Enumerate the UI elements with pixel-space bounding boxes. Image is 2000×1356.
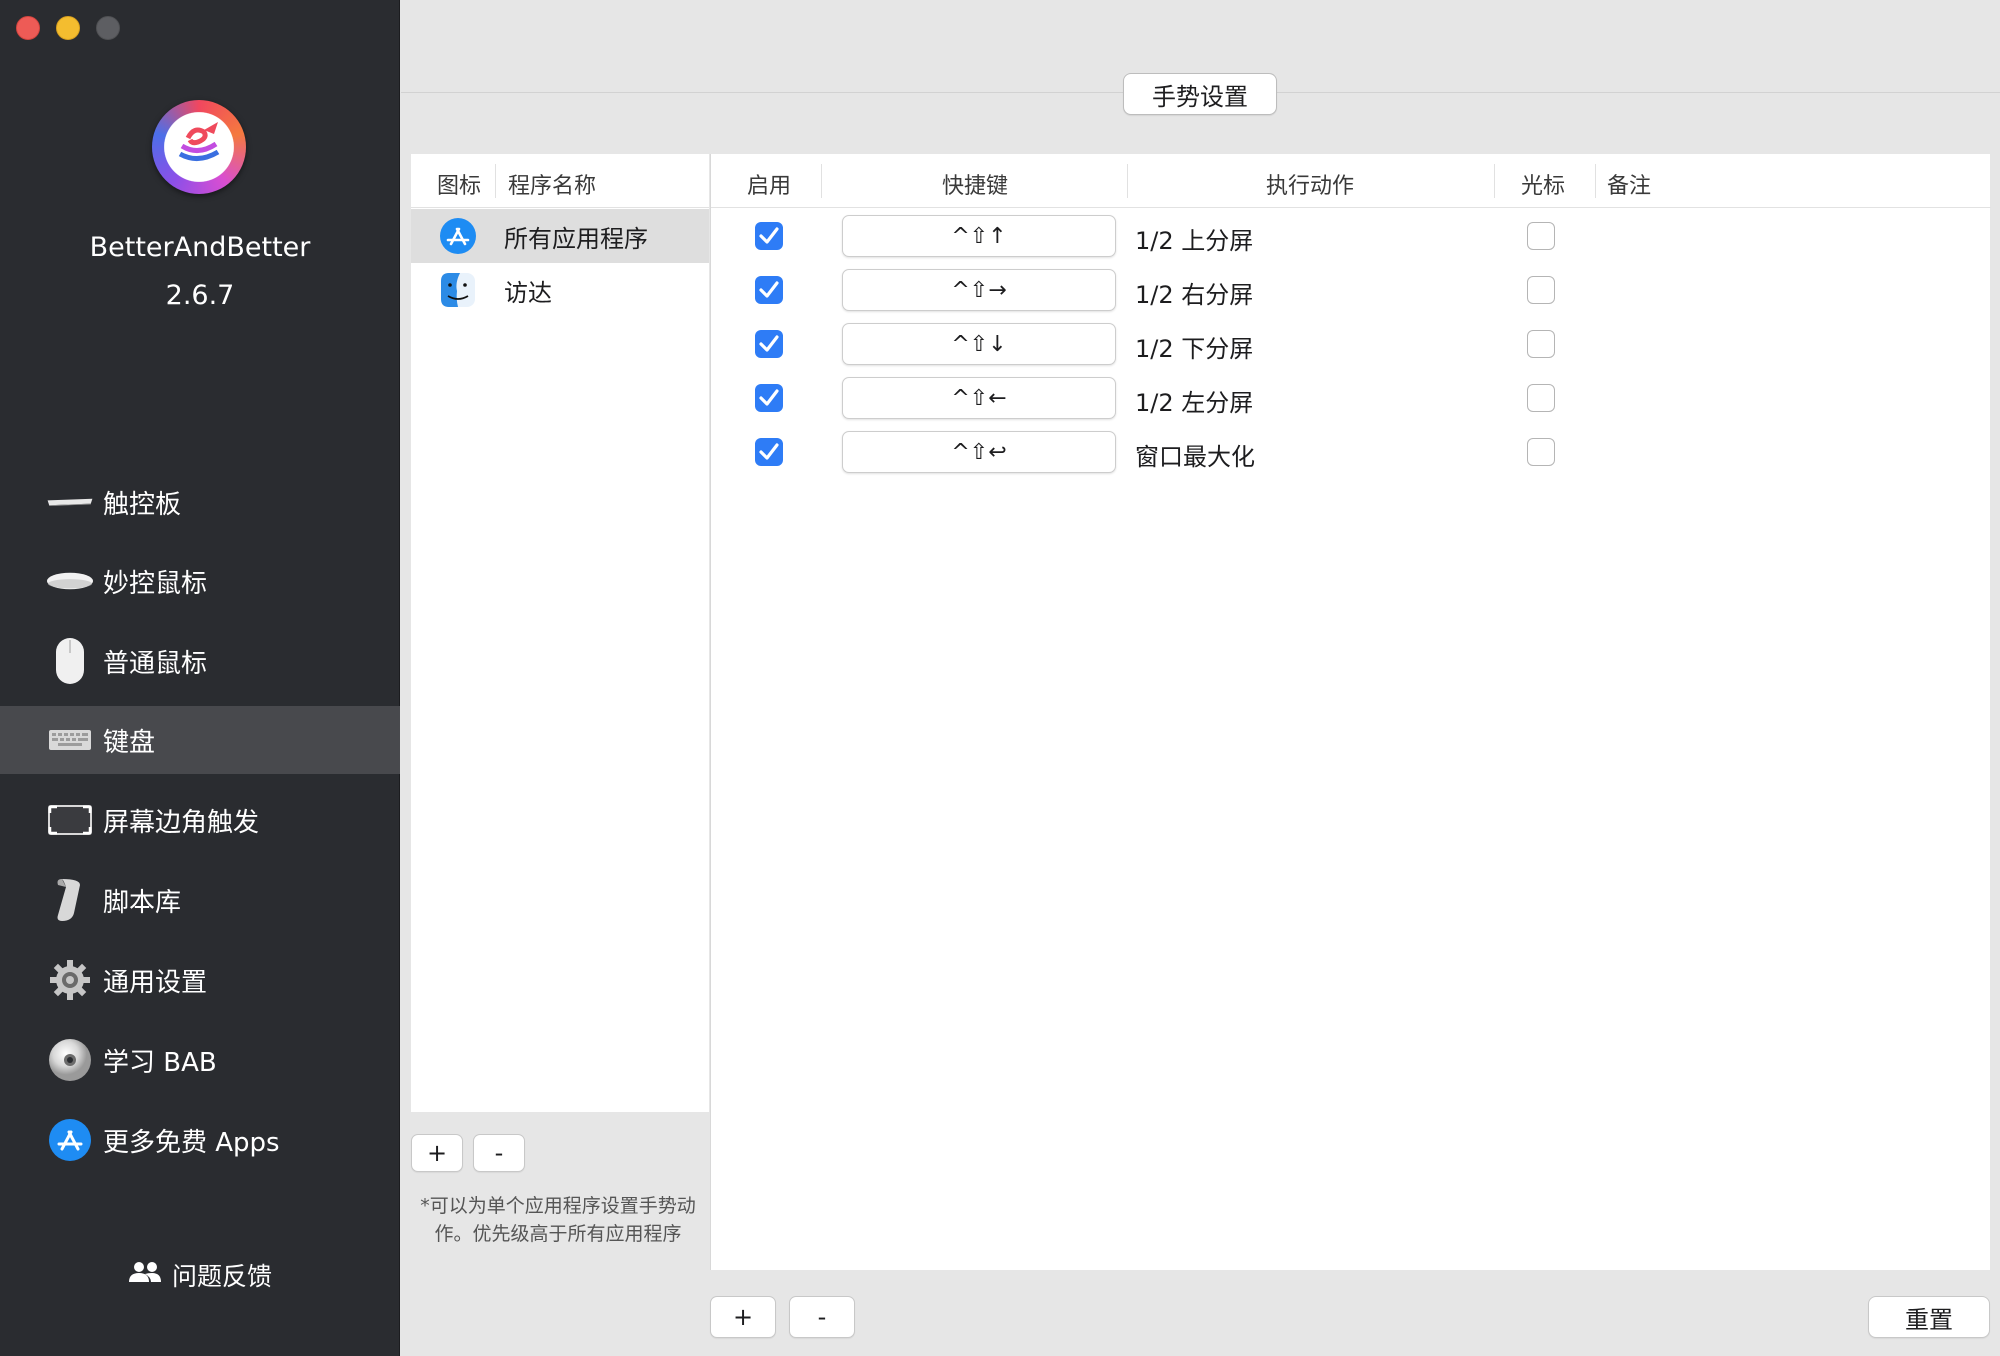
- table-row: ^⇧↩ 窗口最大化: [711, 425, 1991, 479]
- action-label: 1/2 上分屏: [1135, 227, 1254, 255]
- app-name: BetterAndBetter: [89, 232, 311, 263]
- column-divider: [495, 164, 496, 198]
- remove-app-button[interactable]: -: [473, 1134, 525, 1172]
- screen-corner-icon: [46, 796, 94, 844]
- sidebar-item-label: 更多免费 Apps: [103, 1127, 280, 1158]
- shortcut-rules-table: 启用 快捷键 执行动作 光标 备注 ^⇧↑ 1/2 上分屏 ^⇧→ 1/2 右分…: [710, 154, 1991, 1270]
- app-name-label: 所有应用程序: [504, 224, 648, 253]
- sidebar-item-mouse[interactable]: 普通鼠标: [0, 627, 400, 695]
- enable-checkbox[interactable]: [755, 438, 783, 466]
- minimize-button[interactable]: [56, 16, 80, 40]
- add-rule-button[interactable]: +: [710, 1296, 776, 1338]
- cursor-checkbox[interactable]: [1527, 330, 1555, 358]
- enable-checkbox[interactable]: [755, 276, 783, 304]
- app-logo: [152, 100, 246, 194]
- cursor-checkbox[interactable]: [1527, 438, 1555, 466]
- table-row: ^⇧↑ 1/2 上分屏: [711, 209, 1991, 263]
- action-label: 1/2 右分屏: [1135, 281, 1254, 309]
- script-icon: [46, 876, 94, 924]
- cursor-checkbox[interactable]: [1527, 222, 1555, 250]
- shortcut-recorder[interactable]: ^⇧↓: [842, 323, 1116, 365]
- close-button[interactable]: [16, 16, 40, 40]
- rules-table-header: 启用 快捷键 执行动作 光标 备注: [711, 154, 1991, 208]
- action-label: 1/2 左分屏: [1135, 389, 1254, 417]
- shortcut-recorder[interactable]: ^⇧←: [842, 377, 1116, 419]
- column-header-name[interactable]: 程序名称: [508, 168, 596, 200]
- sidebar-item-general-settings[interactable]: 通用设置: [0, 946, 400, 1014]
- sidebar-item-label: 妙控鼠标: [103, 568, 208, 599]
- column-divider: [1494, 164, 1495, 198]
- sidebar-item-learn-bab[interactable]: 学习 BAB: [0, 1026, 400, 1094]
- action-label: 1/2 下分屏: [1135, 335, 1254, 363]
- enable-checkbox[interactable]: [755, 384, 783, 412]
- shortcut-recorder[interactable]: ^⇧→: [842, 269, 1116, 311]
- column-header-cursor[interactable]: 光标: [1521, 168, 1565, 200]
- sidebar-item-magic-mouse[interactable]: 妙控鼠标: [0, 547, 400, 615]
- app-priority-note: *可以为单个应用程序设置手势动作。优先级高于所有应用程序: [420, 1195, 696, 1245]
- enable-checkbox[interactable]: [755, 222, 783, 250]
- sidebar-item-label: 键盘: [103, 727, 156, 758]
- sidebar-item-label: 学习 BAB: [103, 1047, 217, 1078]
- zoom-button[interactable]: [96, 16, 120, 40]
- sidebar-item-label: 屏幕边角触发: [103, 807, 260, 838]
- column-header-note[interactable]: 备注: [1607, 168, 1651, 200]
- keyboard-icon: [46, 716, 94, 764]
- sidebar-item-label: 触控板: [103, 489, 182, 520]
- shortcut-recorder[interactable]: ^⇧↑: [842, 215, 1116, 257]
- app-store-icon: [46, 1116, 94, 1164]
- app-name-label: 访达: [504, 278, 552, 307]
- app-row-all-apps[interactable]: 所有应用程序: [411, 209, 709, 263]
- sidebar-item-more-apps[interactable]: 更多免费 Apps: [0, 1106, 400, 1174]
- column-header-action[interactable]: 执行动作: [1266, 168, 1354, 200]
- column-header-enable[interactable]: 启用: [747, 168, 791, 200]
- column-header-shortcut[interactable]: 快捷键: [942, 168, 1008, 200]
- sidebar-item-screen-corner[interactable]: 屏幕边角触发: [0, 786, 400, 854]
- gear-icon: [46, 956, 94, 1004]
- cursor-checkbox[interactable]: [1527, 276, 1555, 304]
- app-list-panel: 图标 程序名称 所有应用程序 访达: [411, 154, 709, 1112]
- sidebar-item-label: 通用设置: [103, 967, 208, 998]
- disc-icon: [46, 1036, 94, 1084]
- column-header-icon[interactable]: 图标: [437, 168, 481, 200]
- feedback-label: 问题反馈: [171, 1262, 272, 1291]
- feedback-button[interactable]: 问题反馈: [0, 1255, 400, 1295]
- app-window: BetterAndBetter 2.6.7 触控板 妙控鼠标 普通鼠标 键盘 屏…: [0, 0, 2000, 1356]
- app-version: 2.6.7: [165, 280, 235, 311]
- enable-checkbox[interactable]: [755, 330, 783, 358]
- column-divider: [1127, 164, 1128, 198]
- people-icon: [128, 1260, 162, 1290]
- sidebar-item-label: 脚本库: [103, 887, 182, 918]
- finder-icon: [439, 271, 477, 309]
- action-label: 窗口最大化: [1135, 443, 1255, 471]
- remove-rule-button[interactable]: -: [789, 1296, 855, 1338]
- magic-mouse-icon: [46, 557, 94, 605]
- shortcut-recorder[interactable]: ^⇧↩: [842, 431, 1116, 473]
- cursor-checkbox[interactable]: [1527, 384, 1555, 412]
- column-divider: [821, 164, 822, 198]
- sidebar-item-trackpad[interactable]: 触控板: [0, 468, 400, 536]
- table-row: ^⇧→ 1/2 右分屏: [711, 263, 1991, 317]
- app-store-icon: [439, 217, 477, 255]
- app-row-finder[interactable]: 访达: [411, 263, 709, 317]
- sidebar: BetterAndBetter 2.6.7 触控板 妙控鼠标 普通鼠标 键盘 屏…: [0, 0, 400, 1356]
- sidebar-item-label: 普通鼠标: [103, 648, 208, 679]
- trackpad-icon: [46, 478, 94, 526]
- add-app-button[interactable]: +: [411, 1134, 463, 1172]
- mouse-icon: [46, 637, 94, 685]
- reset-button[interactable]: 重置: [1868, 1296, 1990, 1338]
- table-row: ^⇧← 1/2 左分屏: [711, 371, 1991, 425]
- gesture-settings-button[interactable]: 手势设置: [1123, 73, 1277, 115]
- sidebar-item-keyboard[interactable]: 键盘: [0, 706, 400, 774]
- sidebar-item-script-library[interactable]: 脚本库: [0, 866, 400, 934]
- column-divider: [1595, 164, 1596, 198]
- table-row: ^⇧↓ 1/2 下分屏: [711, 317, 1991, 371]
- app-list-header: 图标 程序名称: [411, 154, 709, 208]
